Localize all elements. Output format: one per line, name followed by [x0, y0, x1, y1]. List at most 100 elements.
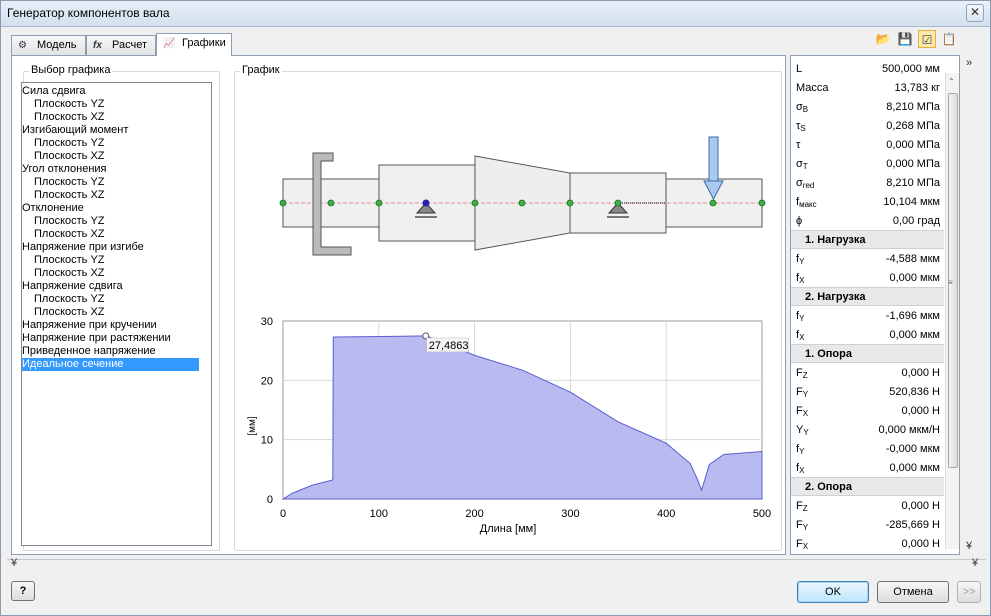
result-section-header: 1. Опора: [791, 344, 944, 363]
result-key: fX: [796, 329, 804, 342]
graph-list-item[interactable]: Плоскость XZ: [22, 111, 105, 124]
tab-model[interactable]: ⚙ Модель: [11, 35, 86, 55]
result-row: τS 0,268 МПа: [791, 116, 944, 135]
graph-list-item[interactable]: Плоскость YZ: [22, 254, 105, 267]
result-value: 0,000 мкм/Н: [878, 424, 940, 436]
result-value: 0,00 град: [892, 215, 940, 227]
graph-list-item[interactable]: Плоскость XZ: [22, 306, 105, 319]
result-value: 10,104 мкм: [883, 196, 940, 208]
graph-list-item[interactable]: Плоскость YZ: [22, 293, 105, 306]
report-icon[interactable]: 📋: [940, 30, 958, 48]
shaft-diagram: [279, 136, 766, 256]
result-key-symbol: σ: [796, 177, 803, 189]
graph-list-item[interactable]: Напряжение при изгибе: [22, 241, 144, 254]
result-key-subscript: Z: [802, 504, 808, 513]
result-value: 0,000 мкм: [889, 272, 940, 284]
result-key: τ: [796, 139, 800, 151]
graph-list-item[interactable]: Напряжение при кручении: [22, 319, 157, 332]
function-icon: fx: [93, 40, 102, 51]
graph-list-item[interactable]: Плоскость YZ: [22, 98, 105, 111]
graph-list-item[interactable]: Идеальное сечение: [22, 358, 199, 371]
result-key: σT: [796, 158, 808, 171]
graph-list-item[interactable]: Угол отклонения: [22, 163, 107, 176]
result-key-subscript: Y: [799, 447, 805, 456]
result-row: L 500,000 мм: [791, 59, 944, 78]
result-key-subscript: X: [802, 542, 809, 551]
result-key-symbol: τ: [796, 139, 801, 151]
result-value: 0,000 мкм: [889, 462, 940, 474]
close-button[interactable]: ✕: [966, 4, 984, 22]
x-tick-label: 300: [561, 508, 579, 520]
result-value: -1,696 мкм: [885, 310, 940, 322]
graph-type-list[interactable]: Сила сдвига Плоскость YZ Плоскость XZ Изгиб…: [21, 82, 212, 546]
tab-graphs[interactable]: 📈 Графики: [156, 33, 232, 56]
result-value: 0,000 Н: [901, 538, 940, 550]
expand-right-icon[interactable]: ¥: [972, 557, 978, 569]
result-value: 0,000 мкм: [889, 329, 940, 341]
scroll-up-icon[interactable]: ⌃: [948, 77, 955, 86]
result-value: -4,588 мкм: [885, 253, 940, 265]
graph-list-item[interactable]: Плоскость YZ: [22, 176, 105, 189]
result-key-subscript: red: [802, 181, 815, 190]
result-key: FZ: [796, 367, 808, 380]
more-button[interactable]: >>: [957, 581, 981, 603]
ideal-section-chart: 0 100 200 300 400 500 0 10 20 30 27,4863 Длина [м…: [247, 316, 771, 535]
graph-list-item[interactable]: Напряжение сдвига: [22, 280, 123, 293]
graph-list-item[interactable]: Напряжение при растяжении: [22, 332, 171, 345]
x-axis-label: Длина [мм]: [480, 523, 537, 535]
result-value: 13,783 кг: [894, 82, 940, 94]
result-row: FZ 0,000 Н: [791, 363, 944, 382]
tab-model-label: Модель: [37, 39, 77, 51]
ok-button[interactable]: OK: [797, 581, 869, 603]
graph-list-item[interactable]: Приведенное напряжение: [22, 345, 156, 358]
result-key-subscript: Y: [799, 314, 805, 323]
result-value: 0,000 Н: [901, 405, 940, 417]
graph-list-item[interactable]: Изгибающий момент: [22, 124, 128, 137]
result-key: ϕ: [796, 215, 802, 227]
result-key-subscript: макс: [799, 200, 817, 209]
separator: [7, 559, 986, 569]
graph-list-item[interactable]: Плоскость YZ: [22, 215, 105, 228]
window-title: Генератор компонентов вала: [7, 6, 170, 20]
result-key: fX: [796, 462, 804, 475]
graph-list-item[interactable]: Отклонение: [22, 202, 84, 215]
expand-left-icon[interactable]: ¥: [11, 557, 17, 569]
graph-list-item[interactable]: Плоскость XZ: [22, 150, 105, 163]
shaft-graph-area: 0 100 200 300 400 500 0 10 20 30 27,4863 Длина [м…: [247, 136, 771, 535]
result-key-symbol: F: [796, 386, 803, 398]
result-key-symbol: F: [796, 405, 803, 417]
result-value: 0,000 Н: [901, 500, 940, 512]
tab-calculation[interactable]: fx Расчет: [86, 35, 156, 55]
graph-list-item[interactable]: Плоскость XZ: [22, 228, 105, 241]
graph-list-item[interactable]: Плоскость YZ: [22, 137, 105, 150]
support-1-node: [422, 199, 430, 207]
collapse-panel-icon[interactable]: »: [966, 57, 972, 69]
result-key: FX: [796, 405, 808, 418]
result-key: Масса: [796, 82, 829, 94]
graph-list-item[interactable]: Плоскость XZ: [22, 189, 105, 202]
options-icon[interactable]: ☑: [918, 30, 936, 48]
shaft-model-icon: ⚙: [18, 40, 27, 51]
shaft-node: [758, 199, 766, 207]
result-key-symbol: σ: [796, 158, 803, 170]
result-key-symbol: L: [796, 63, 803, 75]
x-tick-label: 0: [280, 508, 286, 520]
result-key-symbol: F: [796, 367, 803, 379]
results-scrollbar[interactable]: ⌃ ≡: [945, 73, 959, 549]
graph-list-item[interactable]: Сила сдвига: [22, 85, 85, 98]
result-key: FZ: [796, 500, 808, 513]
graph-list-item[interactable]: Плоскость XZ: [22, 267, 105, 280]
save-icon[interactable]: 💾: [896, 30, 914, 48]
help-button[interactable]: ?: [11, 581, 35, 601]
result-key-subscript: Z: [802, 371, 808, 380]
x-tick-label: 500: [753, 508, 771, 520]
result-section-title: 1. Нагрузка: [805, 234, 866, 246]
shaft-node: [614, 199, 622, 207]
result-key-subscript: X: [802, 409, 809, 418]
y-tick-label: 10: [261, 435, 273, 447]
result-row: σB 8,210 МПа: [791, 97, 944, 116]
result-row: fY -4,588 мкм: [791, 249, 944, 268]
open-folder-icon[interactable]: 📂: [874, 30, 892, 48]
scroll-down-icon[interactable]: ¥: [966, 540, 972, 552]
cancel-button[interactable]: Отмена: [877, 581, 949, 603]
